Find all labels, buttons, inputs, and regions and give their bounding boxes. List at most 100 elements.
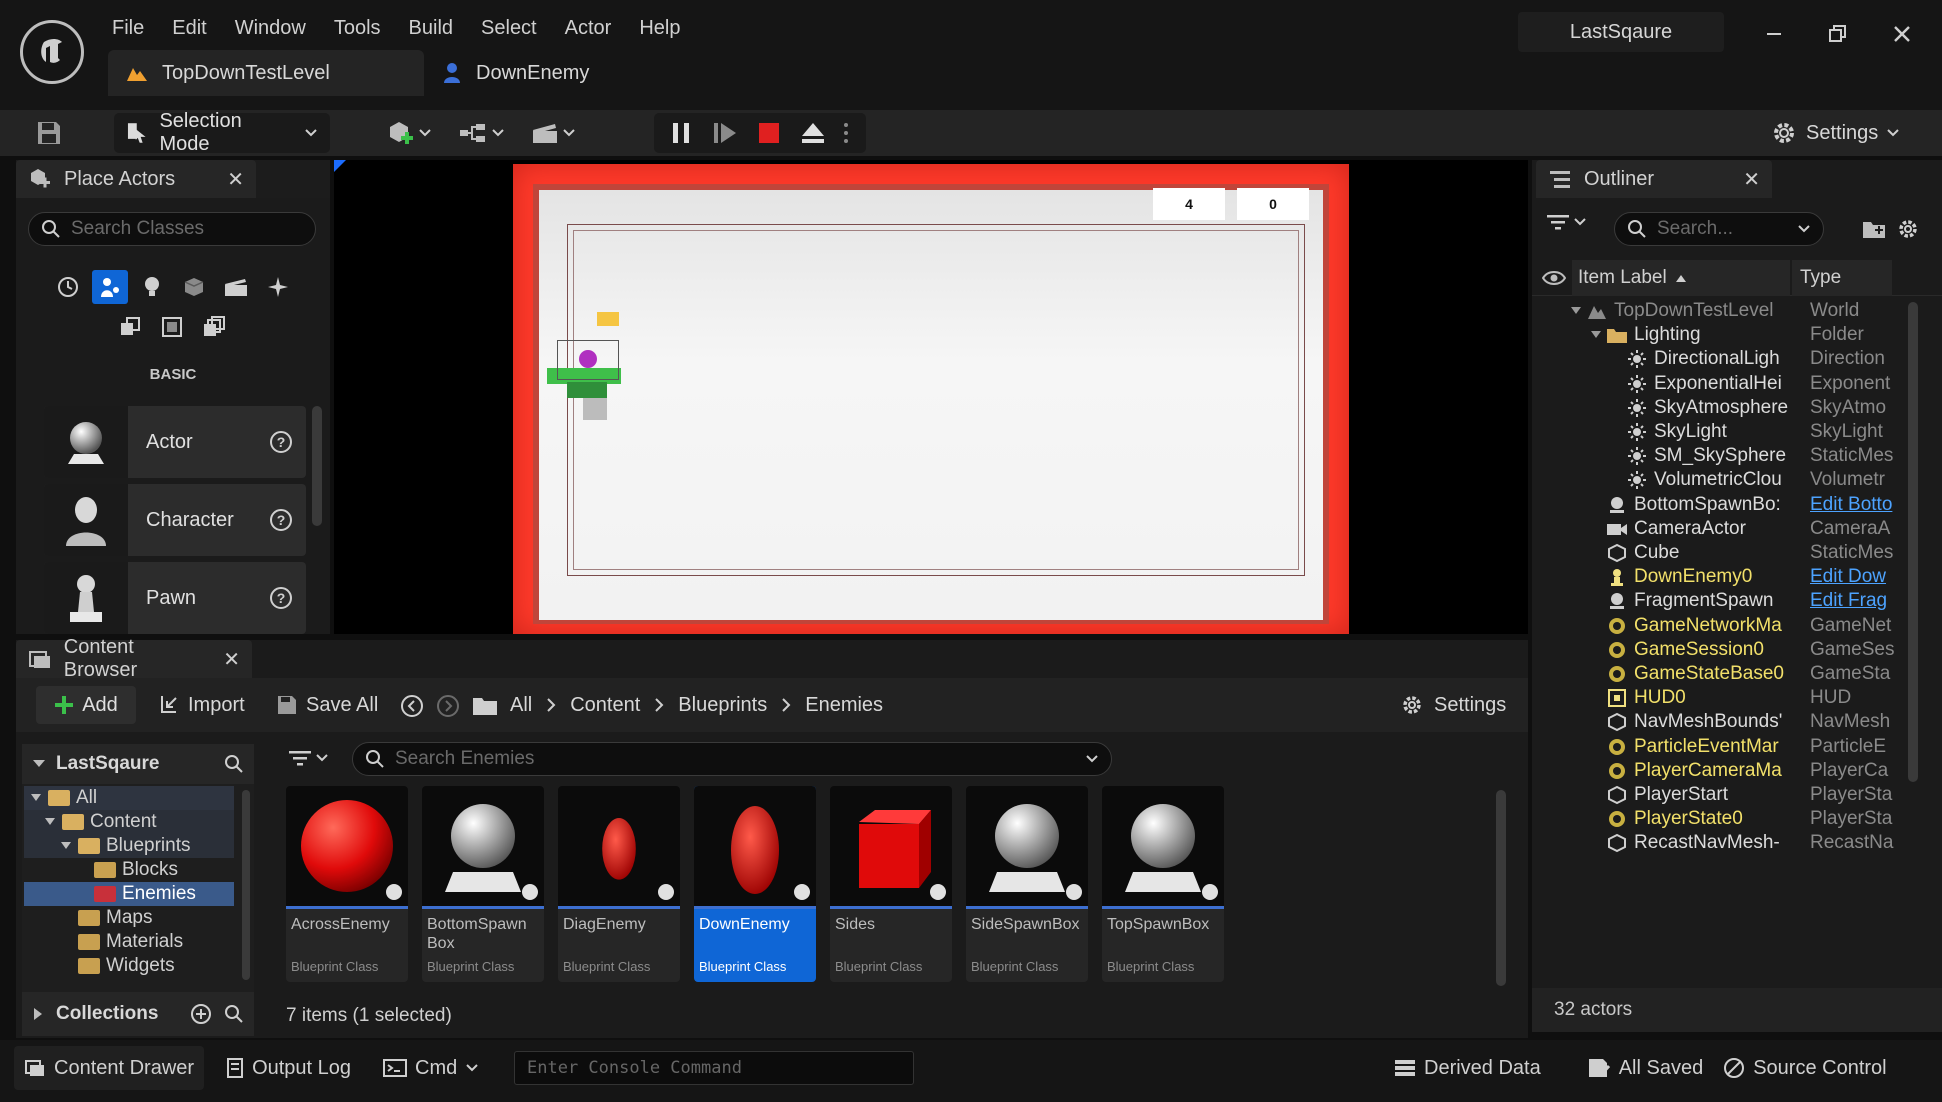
menu-actor[interactable]: Actor [551, 0, 626, 56]
cinematic-category-button[interactable] [218, 270, 254, 304]
menu-file[interactable]: File [98, 0, 158, 56]
content-settings-button[interactable]: Settings [1400, 686, 1506, 724]
folder-icon[interactable] [472, 696, 498, 716]
close-icon[interactable]: ✕ [223, 647, 240, 672]
search-classes-input[interactable]: Search Classes [28, 212, 316, 246]
all-saved-button[interactable]: All Saved [1577, 1046, 1714, 1090]
blueprint-menu-button[interactable] [452, 113, 510, 153]
tree-item-blocks[interactable]: Blocks [94, 858, 178, 882]
cinematics-button[interactable] [524, 113, 582, 153]
help-icon[interactable]: ? [270, 431, 292, 453]
outliner-row[interactable]: RecastNavMesh- RecastNa [1532, 828, 1912, 858]
search-icon[interactable] [224, 1004, 244, 1024]
breadcrumb-item[interactable]: Enemies [805, 694, 883, 717]
tree-item-enemies[interactable]: Enemies [94, 882, 196, 906]
breadcrumb-item[interactable]: Content [570, 694, 640, 717]
level-viewport[interactable]: 4 0 [334, 160, 1528, 634]
asset-tile[interactable]: DownEnemy Blueprint Class [694, 786, 816, 982]
basic-category-button[interactable] [92, 270, 128, 304]
more-options-icon[interactable] [836, 123, 856, 143]
skip-frame-button[interactable] [704, 113, 746, 153]
actor-item-pawn[interactable]: Pawn ? [44, 562, 306, 634]
search-enemies-input[interactable]: Search Enemies [352, 742, 1112, 776]
recent-category-button[interactable] [50, 270, 86, 304]
asset-tile[interactable]: AcrossEnemy Blueprint Class [286, 786, 408, 982]
selection-mode-dropdown[interactable]: Selection Mode [114, 110, 330, 155]
asset-tile[interactable]: SideSpawnBox Blueprint Class [966, 786, 1088, 982]
search-icon[interactable] [224, 754, 244, 774]
add-button[interactable]: Add [36, 686, 136, 724]
tree-item-all[interactable]: All [30, 786, 97, 810]
eject-button[interactable] [792, 113, 834, 153]
close-icon[interactable]: ✕ [1743, 167, 1760, 192]
asset-tile[interactable]: TopSpawnBox Blueprint Class [1102, 786, 1224, 982]
history-back-button[interactable] [400, 694, 424, 718]
geometry-category-button[interactable] [112, 310, 148, 344]
save-all-button[interactable]: Save All [276, 686, 378, 724]
row-type[interactable]: Edit Botto [1810, 494, 1902, 516]
help-icon[interactable]: ? [270, 587, 292, 609]
close-window-button[interactable] [1870, 4, 1934, 64]
tab-topdowntestlevel[interactable]: TopDownTestLevel [108, 50, 424, 96]
outliner-settings-button[interactable] [1896, 217, 1920, 241]
eye-icon[interactable] [1542, 268, 1566, 288]
close-icon[interactable]: ✕ [227, 167, 244, 192]
tree-item-blueprints[interactable]: Blueprints [60, 834, 191, 858]
actor-item-character[interactable]: Character ? [44, 484, 306, 556]
add-folder-button[interactable] [1862, 218, 1886, 240]
actor-item-actor[interactable]: Actor ? [44, 406, 306, 478]
sources-header[interactable]: LastSqaure [22, 744, 254, 784]
asset-tile[interactable]: DiagEnemy Blueprint Class [558, 786, 680, 982]
scrollbar[interactable] [1908, 302, 1918, 782]
console-command-input[interactable]: Enter Console Command [514, 1051, 914, 1085]
scrollbar[interactable] [242, 790, 250, 980]
asset-tile[interactable]: BottomSpawn Box Blueprint Class [422, 786, 544, 982]
expand-arrow-icon[interactable] [1590, 324, 1602, 346]
scrollbar[interactable] [1496, 790, 1506, 986]
tree-item-materials[interactable]: Materials [78, 930, 183, 954]
menu-tools[interactable]: Tools [320, 0, 395, 56]
cmd-dropdown[interactable]: Cmd [373, 1046, 489, 1090]
tab-downenemy[interactable]: DownEnemy [424, 50, 607, 96]
menu-edit[interactable]: Edit [158, 0, 220, 56]
collections-header[interactable]: Collections [22, 992, 254, 1036]
content-browser-tab[interactable]: Content Browser ✕ [16, 636, 252, 681]
add-actor-button[interactable] [380, 113, 438, 153]
expand-arrow-icon[interactable] [1570, 300, 1582, 322]
row-type[interactable]: Edit Frag [1810, 590, 1902, 612]
lights-category-button[interactable] [134, 270, 170, 304]
source-control-button[interactable]: Source Control [1713, 1046, 1896, 1090]
save-button[interactable] [28, 113, 70, 153]
visual-effects-category-button[interactable] [260, 270, 296, 304]
place-actors-tab[interactable]: Place Actors ✕ [16, 160, 256, 198]
outliner-search-input[interactable]: Search... [1614, 212, 1824, 246]
restore-button[interactable] [1806, 4, 1870, 64]
history-forward-button[interactable] [436, 694, 460, 718]
derived-data-button[interactable]: Derived Data [1384, 1046, 1551, 1090]
content-drawer-button[interactable]: Content Drawer [14, 1046, 205, 1090]
tree-item-widgets[interactable]: Widgets [78, 954, 175, 978]
tree-item-maps[interactable]: Maps [78, 906, 152, 930]
menu-build[interactable]: Build [395, 0, 467, 56]
import-button[interactable]: Import [158, 686, 245, 724]
help-icon[interactable]: ? [270, 509, 292, 531]
row-type[interactable]: Edit Dow [1810, 566, 1902, 588]
toolbar-settings-button[interactable]: Settings [1770, 113, 1900, 153]
menu-window[interactable]: Window [221, 0, 320, 56]
item-label-column-header[interactable]: Item Label [1572, 260, 1790, 296]
asset-filter-button[interactable] [288, 748, 328, 768]
scrollbar[interactable] [312, 406, 322, 526]
unreal-logo-icon[interactable] [20, 20, 84, 84]
outliner-filter-button[interactable] [1546, 212, 1586, 232]
shapes-category-button[interactable] [176, 270, 212, 304]
menu-select[interactable]: Select [467, 0, 551, 56]
outliner-tab[interactable]: Outliner ✕ [1536, 160, 1772, 198]
breadcrumb-item[interactable]: Blueprints [678, 694, 767, 717]
all-classes-category-button[interactable] [196, 310, 232, 344]
menu-help[interactable]: Help [625, 0, 694, 56]
add-collection-icon[interactable] [190, 1003, 212, 1025]
pause-button[interactable] [660, 113, 702, 153]
stop-button[interactable] [748, 113, 790, 153]
minimize-button[interactable] [1742, 4, 1806, 64]
tree-item-content[interactable]: Content [44, 810, 157, 834]
